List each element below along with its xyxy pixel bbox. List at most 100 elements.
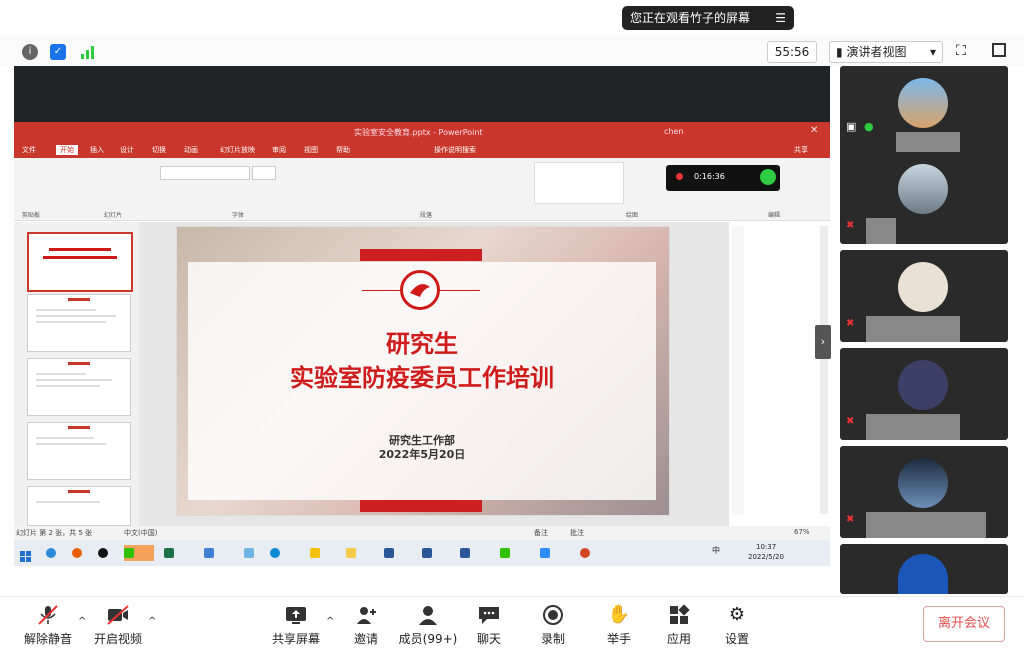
stop-record-icon[interactable] [760,169,776,185]
microphone-icon: ● [864,120,874,133]
chat-button[interactable]: 聊天 [472,604,506,647]
tab-search[interactable]: 操作说明搜索 [434,145,476,155]
ime-indicator[interactable]: 中 [712,545,720,556]
slide-thumbnail[interactable] [27,486,131,526]
participants-button[interactable]: 成员(99+) [398,604,458,647]
participant-gallery: ▣ ● ✖ ✖ ✖ ✖ [836,66,1024,594]
close-icon[interactable]: ✕ [810,125,818,136]
folder-taskbar-icon[interactable] [346,545,376,561]
windows-start-icon[interactable] [20,548,32,562]
edge-taskbar-icon[interactable] [270,545,300,561]
unmute-button[interactable]: 解除静音 [20,604,76,647]
settings-button[interactable]: ⚙ 设置 [720,604,754,647]
fullscreen-icon[interactable]: ⛶ [956,43,972,59]
avatar [898,458,948,508]
menu-icon[interactable]: ☰ [775,6,786,30]
view-mode-label: 演讲者视图 [846,45,907,59]
share-screen-label: 共享屏幕 [271,632,320,646]
slide-thumbnail[interactable] [27,358,131,416]
share-screen-icon [284,604,308,626]
word-taskbar-icon[interactable] [422,545,452,561]
shield-icon[interactable]: ✓ [50,44,66,60]
participant-tile[interactable]: ✖ [840,348,1008,440]
ppt-user: chen [664,127,684,136]
apps-button[interactable]: 应用 [662,604,696,647]
chat-icon [477,604,501,626]
app-taskbar-icon[interactable] [310,545,340,561]
tab-insert[interactable]: 插入 [90,145,104,155]
tab-animations[interactable]: 动画 [184,145,198,155]
record-button[interactable]: 录制 [536,604,570,647]
avatar [898,554,948,594]
slide-bottom-bar [360,500,482,512]
clock-date: 2022/5/20 [748,553,784,561]
font-name-box[interactable] [160,166,250,180]
university-logo-icon [400,270,440,310]
slide-tools-strip [732,226,744,514]
tab-help[interactable]: 帮助 [336,145,350,155]
chevron-up-icon[interactable]: ^ [78,616,86,627]
notes-button[interactable]: 备注 [534,528,548,538]
meeting-taskbar-icon[interactable] [540,545,570,561]
participants-label: 成员(99+) [398,632,458,646]
avatar [898,360,948,410]
raise-hand-button[interactable]: ✋ 举手 [602,604,636,647]
participant-tile[interactable]: ✖ [840,446,1008,538]
slide-thumbnails-pane [14,222,139,526]
participant-tile[interactable]: ✖ [840,250,1008,342]
share-screen-button[interactable]: 共享屏幕 [268,604,324,647]
gear-icon: ⚙ [728,604,746,625]
slide-counter: 幻灯片 第 2 张，共 5 张 [16,529,93,537]
tab-transitions[interactable]: 切换 [152,145,166,155]
slide-thumbnail[interactable] [27,422,131,480]
participant-tile[interactable]: ▣ ● [840,66,1008,158]
muted-microphone-icon [36,604,60,626]
tab-home[interactable]: 开始 [56,145,78,155]
wechat-taskbar-icon[interactable] [500,545,530,561]
powerpoint-ribbon-tabs: 文件 开始 插入 设计 切换 动画 幻灯片放映 审阅 视图 帮助 操作说明搜索 … [14,142,830,158]
participant-name-blurred [866,218,896,244]
participant-tile[interactable] [840,544,1008,594]
powerpoint-taskbar-icon[interactable] [580,545,610,561]
avatar [898,78,948,128]
slide-thumbnail[interactable] [27,294,131,352]
comments-button[interactable]: 批注 [570,528,584,538]
word-taskbar-icon[interactable] [384,545,414,561]
invite-label: 邀请 [353,632,378,646]
language-indicator: 中文(中国) [124,529,158,537]
tab-design[interactable]: 设计 [120,145,134,155]
shapes-gallery[interactable] [534,162,624,204]
signal-icon[interactable] [80,44,96,60]
view-mode-icon: ▮ [836,45,843,59]
invite-button[interactable]: 邀请 [346,604,386,647]
tab-file[interactable]: 文件 [22,145,36,155]
word-taskbar-icon[interactable] [460,545,490,561]
apps-icon [667,604,691,626]
record-time: 0:16:36 [694,172,725,181]
ppt-title: 实验室安全教育.pptx - PowerPoint [354,128,483,137]
participant-name-blurred [866,414,960,440]
app-taskbar-icon[interactable] [204,545,234,561]
view-mode-button[interactable]: ▮ 演讲者视图 ▾ [829,41,943,63]
share-label[interactable]: 共享 [794,145,808,155]
chevron-up-icon[interactable]: ^ [326,616,334,627]
window-layout-icon[interactable] [992,43,1006,57]
font-size-box[interactable] [252,166,276,180]
record-label: 录制 [540,632,565,646]
leave-meeting-button[interactable]: 离开会议 [923,606,1005,642]
info-icon[interactable]: i [22,44,38,60]
wechat-taskbar-icon[interactable] [124,545,154,561]
slide-thumbnail[interactable] [27,232,133,292]
chevron-up-icon[interactable]: ^ [148,616,156,627]
vertical-scrollbar[interactable] [820,226,828,514]
tab-review[interactable]: 审阅 [272,145,286,155]
tab-slideshow[interactable]: 幻灯片放映 [220,145,255,155]
collapse-sidebar-icon[interactable]: › [815,325,831,359]
participant-tile[interactable]: ✖ [840,152,1008,244]
tab-view[interactable]: 视图 [304,145,318,155]
group-drawing: 绘图 [626,212,639,219]
start-video-button[interactable]: 开启视频 [90,604,146,647]
muted-microphone-icon: ✖ [846,514,855,525]
excel-taskbar-icon[interactable] [164,545,194,561]
start-video-label: 开启视频 [93,632,142,646]
